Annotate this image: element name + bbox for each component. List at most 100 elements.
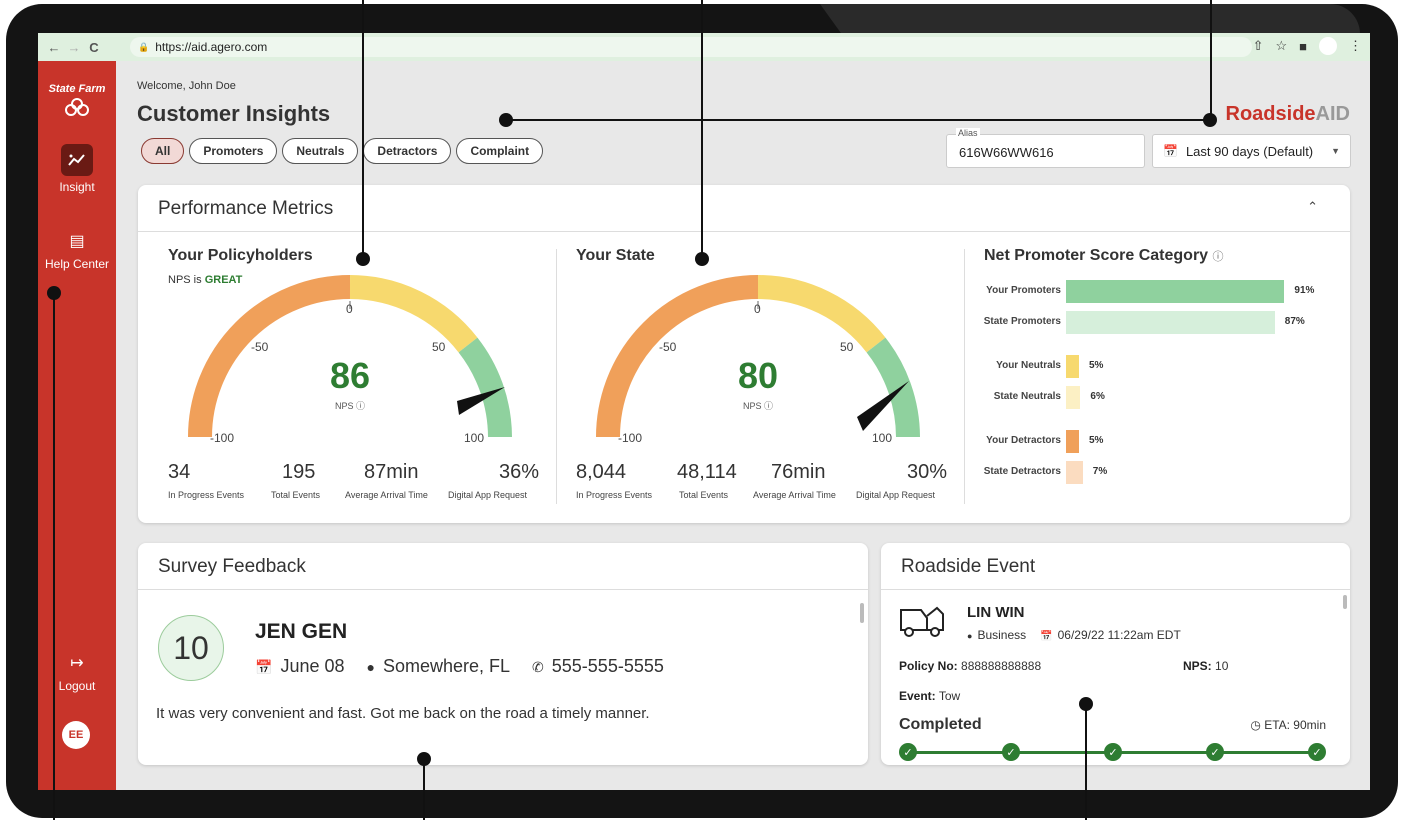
date-range-value: Last 90 days (Default) bbox=[1185, 143, 1314, 159]
chip-promoters[interactable]: Promoters bbox=[189, 138, 278, 164]
clock-icon: ◷ bbox=[1250, 718, 1261, 732]
profile-avatar[interactable] bbox=[1319, 37, 1337, 55]
stat-label: Digital App Request bbox=[448, 490, 528, 500]
progress-step-check-icon: ✓ bbox=[1104, 743, 1122, 761]
nps-row-label: Your Detractors bbox=[986, 435, 1061, 446]
gauge-tick: 100 bbox=[464, 431, 485, 445]
welcome-text: Welcome, John Doe bbox=[137, 80, 236, 92]
nps-bar bbox=[1066, 355, 1079, 378]
callout-line bbox=[701, 0, 703, 258]
nps-row-label: State Neutrals bbox=[993, 391, 1061, 402]
chip-neutrals[interactable]: Neutrals bbox=[282, 138, 359, 164]
callout-dot bbox=[1203, 113, 1217, 127]
forward-button[interactable]: → bbox=[64, 40, 84, 55]
policy-number: Policy No: 888888888888 bbox=[899, 659, 1042, 673]
policyholders-gauge bbox=[188, 275, 512, 438]
location-pin-icon: ● bbox=[366, 659, 375, 675]
policyholders-nps-value: 86 bbox=[329, 355, 371, 396]
survey-phone: 555-555-5555 bbox=[551, 656, 664, 676]
callout-dot bbox=[417, 752, 431, 766]
survey-date: June 08 bbox=[280, 656, 345, 676]
nps-label: NPS ⓘ bbox=[334, 401, 365, 411]
stat-label: Total Events bbox=[679, 490, 729, 500]
url-text: https://aid.agero.com bbox=[155, 40, 268, 54]
dropdown-caret-icon: ▼ bbox=[1331, 146, 1340, 156]
progress-step-check-icon: ✓ bbox=[1002, 743, 1020, 761]
callout-line bbox=[506, 119, 1210, 121]
state-farm-logo-icon bbox=[65, 98, 89, 116]
callout-dot bbox=[47, 286, 61, 300]
event-meta: ● Business 📅 06/29/22 11:22am EDT bbox=[967, 628, 1181, 642]
callout-dot bbox=[1079, 697, 1093, 711]
gauge-tick: -100 bbox=[210, 431, 235, 445]
state-title: Your State bbox=[576, 247, 655, 264]
location-pin-icon: ● bbox=[967, 631, 973, 641]
reload-button[interactable]: C bbox=[84, 40, 104, 55]
callout-dot bbox=[356, 252, 370, 266]
chip-all[interactable]: All bbox=[141, 138, 185, 164]
callout-line bbox=[362, 0, 364, 258]
sidebar: State Farm Insight ▤ Help Center ↦ Logou… bbox=[38, 61, 116, 790]
logout-icon: ↦ bbox=[70, 655, 84, 672]
calendar-icon: 📅 bbox=[1040, 631, 1053, 642]
nps-bar bbox=[1066, 311, 1275, 334]
share-icon[interactable]: ⇧ bbox=[1253, 38, 1264, 54]
callout-dot bbox=[695, 252, 709, 266]
user-avatar[interactable]: EE bbox=[62, 721, 90, 749]
date-range-select[interactable]: 📅 Last 90 days (Default) ▼ bbox=[1152, 134, 1351, 168]
logout-button[interactable]: ↦ Logout bbox=[38, 653, 116, 693]
bookmark-star-icon[interactable]: ☆ bbox=[1275, 38, 1287, 54]
collapse-chevron-icon[interactable]: ⌃ bbox=[1307, 199, 1318, 215]
alias-field[interactable]: Alias 616W66WW616 bbox=[946, 128, 1145, 168]
progress-step-check-icon: ✓ bbox=[1206, 743, 1224, 761]
state-gauge bbox=[596, 275, 920, 438]
nps-bar bbox=[1066, 461, 1083, 484]
lock-icon: 🔒 bbox=[138, 41, 150, 52]
scrollbar[interactable] bbox=[860, 603, 864, 623]
stat-value: 34 bbox=[168, 461, 191, 483]
nps-bar bbox=[1066, 430, 1079, 453]
callout-dot bbox=[499, 113, 513, 127]
stat-value: 76min bbox=[771, 461, 826, 483]
scrollbar[interactable] bbox=[1343, 595, 1347, 609]
card-title: Survey Feedback bbox=[158, 556, 306, 577]
nps-category-title: Net Promoter Score Category ⓘ bbox=[984, 247, 1224, 264]
survey-meta: 📅 June 08 ● Somewhere, FL ✆ 555-555-5555 bbox=[255, 656, 664, 677]
nps-pct: 7% bbox=[1092, 466, 1108, 477]
progress-step-check-icon: ✓ bbox=[1308, 743, 1326, 761]
sidebar-item-insight[interactable]: Insight bbox=[38, 144, 116, 194]
stat-label: Digital App Request bbox=[856, 490, 936, 500]
more-menu-icon[interactable]: ⋮ bbox=[1349, 38, 1362, 54]
tow-truck-icon bbox=[900, 606, 944, 637]
chip-detractors[interactable]: Detractors bbox=[363, 138, 452, 164]
survey-score: 10 bbox=[158, 615, 224, 681]
address-bar[interactable]: 🔒 https://aid.agero.com bbox=[130, 37, 1252, 57]
stat-value: 8,044 bbox=[576, 461, 627, 483]
survey-comment: It was very convenient and fast. Got me … bbox=[156, 705, 650, 722]
stat-value: 36% bbox=[499, 461, 540, 483]
gauge-tick: -50 bbox=[251, 340, 269, 354]
gauge-tick: -50 bbox=[659, 340, 677, 354]
browser-bar: ← → C 🔒 https://aid.agero.com ⇧ ☆ ■ ⋮ bbox=[38, 33, 1370, 61]
event-type: Event: Tow bbox=[899, 689, 961, 703]
nps-label: NPS ⓘ bbox=[742, 401, 773, 411]
nps-bar bbox=[1066, 280, 1285, 303]
gauge-tick: -100 bbox=[618, 431, 643, 445]
help-center-icon: ▤ bbox=[69, 233, 85, 250]
chip-complaint[interactable]: Complaint bbox=[456, 138, 544, 164]
gauge-tick: 50 bbox=[432, 340, 446, 354]
callout-line bbox=[423, 758, 425, 820]
progress-step-check-icon: ✓ bbox=[899, 743, 917, 761]
stat-value: 30% bbox=[907, 461, 948, 483]
state-nps-value: 80 bbox=[737, 355, 779, 396]
nps-row-label: State Detractors bbox=[983, 466, 1061, 477]
callout-line bbox=[1210, 0, 1212, 120]
stat-label: In Progress Events bbox=[576, 490, 653, 500]
event-business: Business bbox=[977, 628, 1027, 642]
sidepanel-icon[interactable]: ■ bbox=[1299, 39, 1307, 54]
back-button[interactable]: ← bbox=[44, 40, 64, 55]
phone-icon: ✆ bbox=[532, 659, 544, 675]
sidebar-item-help-center[interactable]: ▤ Help Center bbox=[38, 231, 116, 271]
stat-label: In Progress Events bbox=[168, 490, 245, 500]
survey-feedback-card: Survey Feedback 10 JEN GEN 📅 June 08 ● Som… bbox=[138, 543, 868, 765]
